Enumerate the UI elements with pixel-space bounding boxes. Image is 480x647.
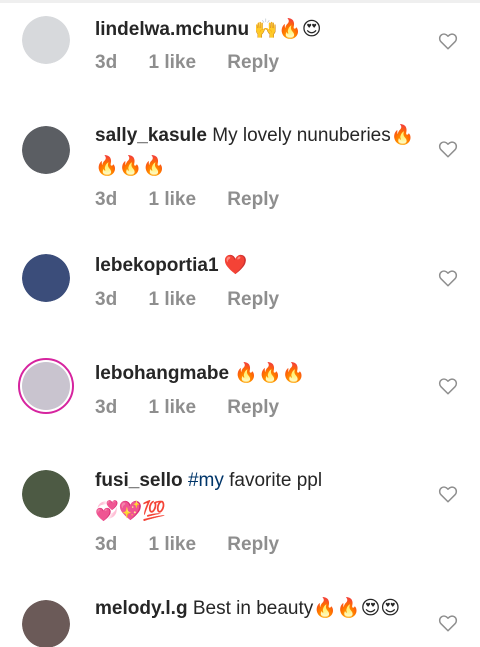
comment-body: Best in beauty	[192, 598, 314, 619]
avatar[interactable]	[22, 600, 70, 647]
comment-meta: 3d 1 like Reply	[95, 189, 305, 211]
likes-count[interactable]: 1 like	[148, 289, 196, 310]
comment-body: favorite ppl	[229, 470, 323, 491]
avatar[interactable]	[22, 126, 70, 174]
avatar[interactable]	[22, 16, 70, 64]
heart-icon[interactable]	[438, 140, 458, 158]
comment-text: lebekoportia1 ❤️	[95, 250, 415, 281]
likes-count[interactable]: 1 like	[148, 189, 196, 210]
timestamp: 3d	[95, 289, 118, 310]
hashtag-link[interactable]: #my	[188, 470, 224, 491]
heart-icon[interactable]	[438, 269, 458, 287]
comment-emoji: 🔥🔥🔥	[234, 362, 306, 384]
reply-button[interactable]: Reply	[227, 189, 279, 210]
likes-count[interactable]: 1 like	[148, 397, 196, 418]
timestamp: 3d	[95, 52, 118, 73]
comment-body: My lovely nunuberies	[212, 125, 391, 146]
top-divider	[0, 0, 480, 3]
comment-text: melody.l.g Best in beauty🔥🔥😍😍	[95, 593, 415, 624]
comment-text: lebohangmabe 🔥🔥🔥	[95, 358, 415, 389]
heart-icon[interactable]	[438, 32, 458, 50]
username[interactable]: lindelwa.mchunu	[95, 19, 249, 40]
heart-icon[interactable]	[438, 614, 458, 632]
comment-emoji: 💞💖💯	[95, 500, 166, 522]
comment-meta: 3d 1 like Reply	[95, 289, 305, 311]
avatar[interactable]	[22, 254, 70, 302]
username[interactable]: lebekoportia1	[95, 255, 219, 276]
comment-emoji: 🙌🔥😍	[254, 18, 322, 40]
avatar[interactable]	[22, 470, 70, 518]
likes-count[interactable]: 1 like	[148, 534, 196, 555]
likes-count[interactable]: 1 like	[148, 52, 196, 73]
reply-button[interactable]: Reply	[227, 397, 279, 418]
username[interactable]: sally_kasule	[95, 125, 207, 146]
timestamp: 3d	[95, 397, 118, 418]
timestamp: 3d	[95, 534, 118, 555]
comment-meta: 3d 1 like Reply	[95, 534, 305, 556]
avatar-story-ring[interactable]	[18, 358, 74, 414]
reply-button[interactable]: Reply	[227, 52, 279, 73]
timestamp: 3d	[95, 189, 118, 210]
comment-emoji: ❤️	[223, 254, 248, 276]
heart-icon[interactable]	[438, 377, 458, 395]
comment-meta: 3d 1 like Reply	[95, 52, 305, 74]
comment-meta: 3d 1 like Reply	[95, 397, 305, 419]
heart-icon[interactable]	[438, 485, 458, 503]
comment-emoji: 🔥🔥😍😍	[313, 597, 401, 619]
comment-text: lindelwa.mchunu 🙌🔥😍	[95, 14, 415, 45]
comment-text: sally_kasule My lovely nunuberies🔥🔥🔥🔥	[95, 120, 415, 182]
reply-button[interactable]: Reply	[227, 534, 279, 555]
username[interactable]: lebohangmabe	[95, 363, 229, 384]
reply-button[interactable]: Reply	[227, 289, 279, 310]
comment-text: fusi_sello #my favorite ppl 💞💖💯	[95, 465, 415, 527]
username[interactable]: fusi_sello	[95, 470, 183, 491]
username[interactable]: melody.l.g	[95, 598, 188, 619]
